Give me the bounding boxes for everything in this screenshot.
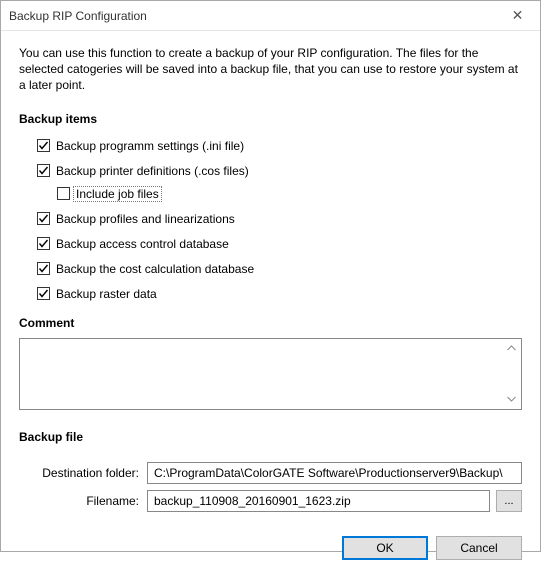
filename-row: Filename: ... [27,490,522,512]
checkbox-icon [37,237,50,250]
checkbox-icon [37,262,50,275]
checkbox-icon [37,164,50,177]
scroll-down-icon[interactable] [504,392,519,407]
ok-button[interactable]: OK [342,536,428,560]
button-label: Cancel [460,541,497,555]
browse-button[interactable]: ... [496,490,522,512]
check-printer-definitions[interactable]: Backup printer definitions (.cos files) [37,164,522,178]
backup-file-heading: Backup file [19,430,522,444]
filename-input[interactable] [147,490,490,512]
destination-folder-row: Destination folder: [27,462,522,484]
check-include-job-files[interactable]: Include job files [57,187,522,201]
checkbox-icon [57,187,70,200]
dialog-button-row: OK Cancel [1,524,540,574]
window-title: Backup RIP Configuration [9,9,147,23]
intro-text: You can use this function to create a ba… [19,45,522,94]
dialog-content: You can use this function to create a ba… [1,31,540,524]
ellipsis-icon: ... [504,495,513,507]
check-program-settings[interactable]: Backup programm settings (.ini file) [37,139,522,153]
check-raster-data[interactable]: Backup raster data [37,287,522,301]
comment-textarea[interactable] [19,338,522,410]
checkbox-icon [37,212,50,225]
checkbox-label: Backup raster data [54,287,159,301]
check-profiles[interactable]: Backup profiles and linearizations [37,212,522,226]
cancel-button[interactable]: Cancel [436,536,522,560]
comment-heading: Comment [19,316,522,330]
destination-folder-input[interactable] [147,462,522,484]
checkbox-icon [37,139,50,152]
checkbox-label: Backup profiles and linearizations [54,212,237,226]
check-cost-calculation[interactable]: Backup the cost calculation database [37,262,522,276]
destination-folder-label: Destination folder: [27,466,147,480]
checkbox-label: Backup programm settings (.ini file) [54,139,246,153]
title-bar: Backup RIP Configuration ✕ [1,1,540,31]
close-icon: ✕ [512,7,524,24]
checkbox-label: Backup the cost calculation database [54,262,256,276]
checkbox-label: Backup printer definitions (.cos files) [54,164,251,178]
dialog-window: Backup RIP Configuration ✕ You can use t… [0,0,541,552]
backup-items-heading: Backup items [19,112,522,126]
checkbox-label: Include job files [74,187,161,201]
check-access-control[interactable]: Backup access control database [37,237,522,251]
backup-file-fields: Destination folder: Filename: ... [19,456,522,518]
filename-label: Filename: [27,494,147,508]
button-label: OK [376,541,393,555]
checkbox-icon [37,287,50,300]
checkbox-label: Backup access control database [54,237,231,251]
close-button[interactable]: ✕ [495,1,540,30]
backup-items-list: Backup programm settings (.ini file) Bac… [19,134,522,312]
scroll-up-icon[interactable] [504,341,519,356]
